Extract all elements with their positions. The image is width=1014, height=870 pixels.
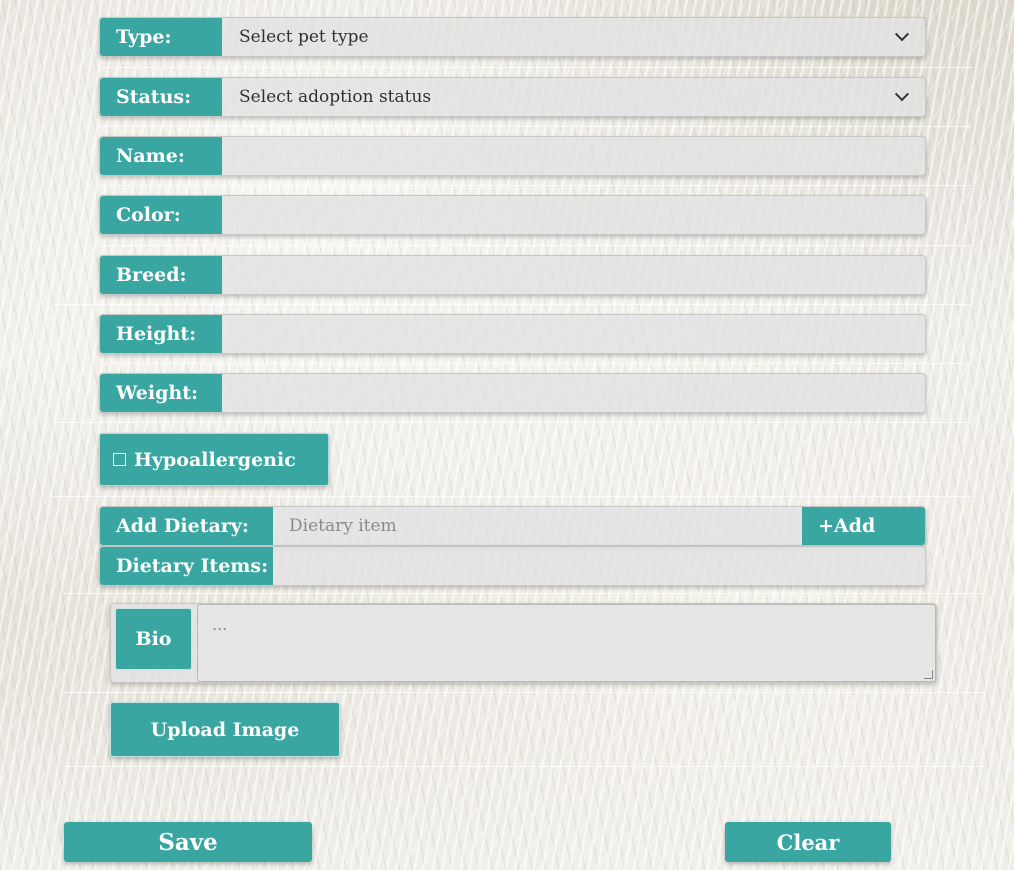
divider bbox=[53, 496, 972, 497]
hypoallergenic-checkbox[interactable] bbox=[113, 453, 126, 466]
weight-label: Weight: bbox=[100, 374, 222, 412]
hypoallergenic-label: Hypoallergenic bbox=[134, 448, 296, 471]
name-input[interactable] bbox=[222, 137, 925, 175]
upload-image-button[interactable]: Upload Image bbox=[110, 702, 340, 757]
divider bbox=[64, 593, 984, 594]
status-select[interactable]: Select adoption status bbox=[222, 78, 925, 116]
type-select-row: Type: Select pet type bbox=[99, 17, 926, 57]
status-select-row: Status: Select adoption status bbox=[99, 77, 926, 117]
divider bbox=[99, 363, 972, 364]
height-label: Height: bbox=[100, 315, 222, 353]
divider bbox=[99, 185, 972, 186]
hypoallergenic-toggle[interactable]: Hypoallergenic bbox=[99, 433, 329, 486]
color-input[interactable] bbox=[222, 196, 925, 234]
add-dietary-row: Add Dietary: Dietary item +Add bbox=[99, 506, 926, 546]
add-dietary-button[interactable]: +Add bbox=[802, 507, 925, 545]
chevron-down-icon bbox=[894, 27, 910, 42]
height-input[interactable] bbox=[222, 315, 925, 353]
color-row: Color: bbox=[99, 195, 926, 235]
name-row: Name: bbox=[99, 136, 926, 176]
resize-handle-icon[interactable] bbox=[924, 670, 933, 679]
bio-label: Bio bbox=[115, 608, 192, 670]
save-button[interactable]: Save bbox=[64, 822, 312, 862]
type-select[interactable]: Select pet type bbox=[222, 18, 925, 56]
status-select-value: Select adoption status bbox=[239, 87, 432, 107]
divider bbox=[99, 245, 972, 246]
divider bbox=[99, 126, 972, 127]
bio-row: Bio ... bbox=[110, 603, 937, 683]
divider bbox=[53, 422, 972, 423]
bio-textarea[interactable]: ... bbox=[197, 604, 936, 682]
type-label: Type: bbox=[100, 18, 222, 56]
color-label: Color: bbox=[100, 196, 222, 234]
clear-button[interactable]: Clear bbox=[725, 822, 891, 862]
type-select-value: Select pet type bbox=[239, 27, 369, 47]
dietary-items-label: Dietary Items: bbox=[100, 547, 273, 585]
divider bbox=[53, 304, 972, 305]
divider bbox=[64, 766, 984, 767]
breed-label: Breed: bbox=[100, 256, 222, 294]
divider bbox=[64, 692, 984, 693]
height-row: Height: bbox=[99, 314, 926, 354]
dietary-items-list bbox=[273, 547, 925, 585]
breed-row: Breed: bbox=[99, 255, 926, 295]
weight-input[interactable] bbox=[222, 374, 925, 412]
breed-input[interactable] bbox=[222, 256, 925, 294]
name-label: Name: bbox=[100, 137, 222, 175]
dietary-items-row: Dietary Items: bbox=[99, 546, 926, 586]
dietary-item-input[interactable]: Dietary item bbox=[273, 507, 802, 545]
chevron-down-icon bbox=[894, 87, 910, 102]
status-label: Status: bbox=[100, 78, 222, 116]
add-dietary-label: Add Dietary: bbox=[100, 507, 273, 545]
weight-row: Weight: bbox=[99, 373, 926, 413]
divider bbox=[99, 67, 972, 68]
